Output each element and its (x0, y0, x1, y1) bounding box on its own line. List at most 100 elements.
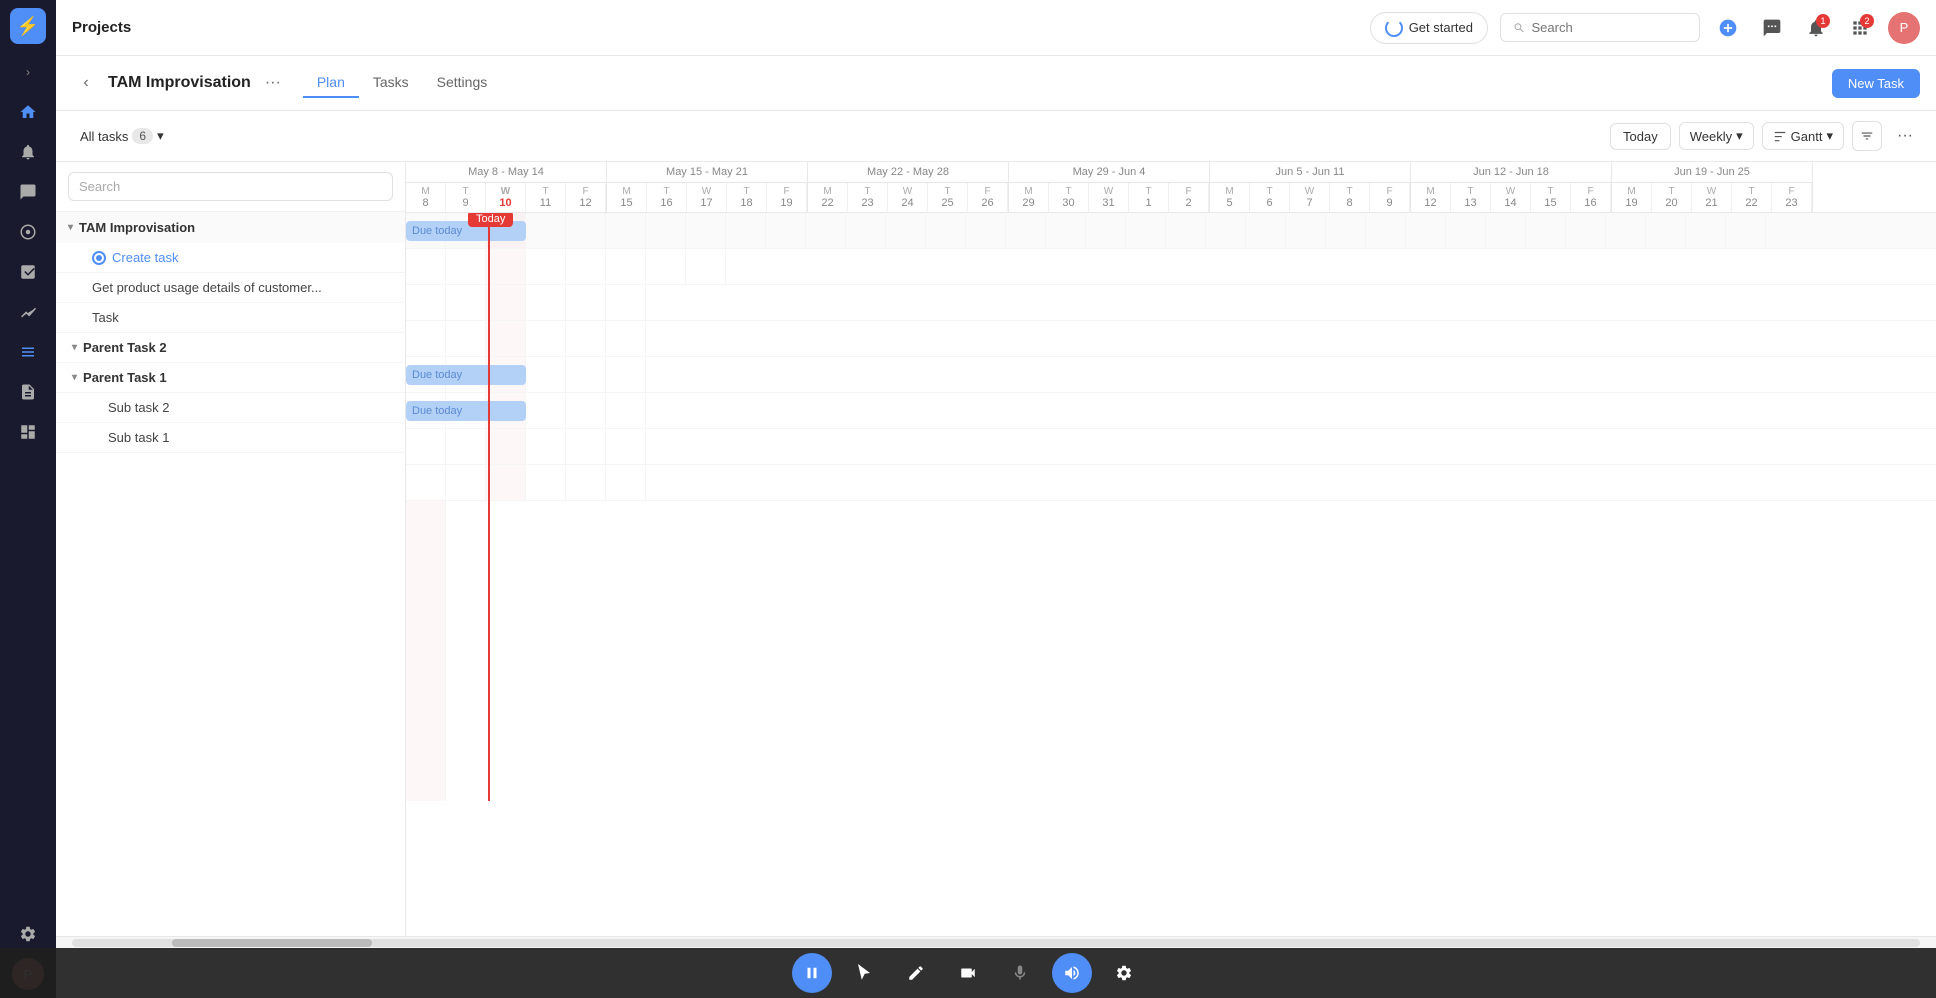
get-started-button[interactable]: Get started (1370, 12, 1488, 44)
sidebar-collapse-button[interactable]: › (16, 60, 40, 84)
task-search-input[interactable] (68, 172, 393, 201)
week-group-1: May 8 - May 14 M8 T9 W10 T11 F12 (406, 162, 607, 212)
gantt-day: T20 (1652, 183, 1692, 212)
gantt-day: W31 (1089, 183, 1129, 212)
cursor-tool-button[interactable] (844, 953, 884, 993)
gantt-button[interactable]: Gantt ▾ (1762, 122, 1844, 150)
all-tasks-filter[interactable]: All tasks 6 ▾ (72, 124, 172, 148)
week-group-2: May 15 - May 21 M15 T16 W17 T18 F19 (607, 162, 808, 212)
tab-tasks[interactable]: Tasks (359, 68, 423, 98)
camera-tool-button[interactable] (948, 953, 988, 993)
mic-icon (1011, 964, 1029, 982)
app-title: Projects (72, 19, 131, 36)
sidebar-item-settings[interactable] (10, 916, 46, 952)
create-task-icon (92, 251, 106, 265)
sidebar-item-tasks[interactable] (10, 254, 46, 290)
gantt-icon (1773, 129, 1787, 143)
pause-icon (803, 964, 821, 982)
sidebar-item-docs[interactable] (10, 374, 46, 410)
list-item[interactable]: Task (56, 303, 405, 333)
gantt-day: T18 (727, 183, 767, 212)
gantt-row-sub2 (406, 429, 1936, 465)
list-item[interactable]: Sub task 1 (56, 423, 405, 453)
parent-task-1-header[interactable]: ▾ Parent Task 1 (56, 363, 405, 393)
collapse-icon: ▾ (68, 222, 73, 233)
bottom-toolbar (0, 948, 1936, 998)
sidebar-item-pulse[interactable] (10, 294, 46, 330)
project-tabs: Plan Tasks Settings (303, 68, 501, 98)
gantt-row-group-header: Due today (406, 213, 1936, 249)
parent-task-2-header[interactable]: ▾ Parent Task 2 (56, 333, 405, 363)
tab-settings[interactable]: Settings (423, 68, 502, 98)
notifications-button[interactable]: 1 (1800, 12, 1832, 44)
app-logo[interactable]: ⚡ (10, 8, 46, 44)
gantt-bar[interactable]: Due today (406, 365, 526, 385)
speaker-icon (1063, 964, 1081, 982)
weekly-button[interactable]: Weekly ▾ (1679, 122, 1754, 150)
filter-icon (1860, 129, 1874, 143)
pen-icon (907, 964, 925, 982)
list-item[interactable]: Get product usage details of customer... (56, 273, 405, 303)
apps-badge: 2 (1860, 14, 1874, 28)
horizontal-scrollbar[interactable] (56, 936, 1936, 948)
gantt-bar[interactable]: Due today (406, 401, 526, 421)
search-input[interactable] (1532, 20, 1687, 35)
gantt-day: F2 (1169, 183, 1209, 212)
gantt-day: T23 (848, 183, 888, 212)
speaker-tool-button[interactable] (1052, 953, 1092, 993)
pause-button[interactable] (792, 953, 832, 993)
mic-tool-button[interactable] (1000, 953, 1040, 993)
topbar: Projects Get started 1 2 P (56, 0, 1936, 56)
gantt-day: M19 (1612, 183, 1652, 212)
pen-tool-button[interactable] (896, 953, 936, 993)
chevron-down-icon: ▾ (1736, 128, 1743, 144)
project-more-button[interactable]: ··· (259, 69, 287, 97)
gantt-day: W7 (1290, 183, 1330, 212)
gantt-day: T11 (526, 183, 566, 212)
sidebar-item-home[interactable] (10, 94, 46, 130)
today-button[interactable]: Today (1610, 123, 1671, 150)
task-search-container (56, 162, 405, 212)
gantt-day: T22 (1732, 183, 1772, 212)
filter-button[interactable] (1852, 121, 1882, 151)
gantt-day: M8 (406, 183, 446, 212)
tab-plan[interactable]: Plan (303, 68, 359, 98)
gantt-day: M12 (1411, 183, 1451, 212)
gantt-day: T6 (1250, 183, 1290, 212)
scrollbar-thumb[interactable] (172, 939, 372, 947)
gantt-day: T30 (1049, 183, 1089, 212)
apps-button[interactable]: 2 (1844, 12, 1876, 44)
gantt-row-task (406, 321, 1936, 357)
back-button[interactable]: ‹ (72, 69, 100, 97)
gantt-body: Today (406, 213, 1936, 801)
user-avatar[interactable]: P (1888, 12, 1920, 44)
more-options-button[interactable]: ··· (1890, 121, 1920, 151)
gantt-chart: May 8 - May 14 M8 T9 W10 T11 F12 May 15 … (406, 162, 1936, 998)
gantt-day: T9 (446, 183, 486, 212)
sidebar-item-projects[interactable] (10, 334, 46, 370)
task-group-header[interactable]: ▾ TAM Improvisation (56, 212, 405, 243)
sidebar-item-messages[interactable] (10, 174, 46, 210)
main-content: ‹ TAM Improvisation ··· Plan Tasks Setti… (56, 56, 1936, 998)
gantt-day: W17 (687, 183, 727, 212)
chat-button[interactable] (1756, 12, 1788, 44)
create-task-button[interactable]: Create task (56, 243, 405, 273)
collapse-icon: ▾ (72, 342, 77, 353)
settings-tool-button[interactable] (1104, 953, 1144, 993)
project-title: TAM Improvisation (108, 74, 251, 92)
new-task-button[interactable]: New Task (1832, 69, 1920, 98)
gantt-day: F16 (1571, 183, 1611, 212)
search-bar[interactable] (1500, 13, 1700, 42)
gantt-day: T25 (928, 183, 968, 212)
add-button[interactable] (1712, 12, 1744, 44)
sidebar-item-dashboards[interactable] (10, 414, 46, 450)
gantt-day: M5 (1210, 183, 1250, 212)
list-item[interactable]: Sub task 2 (56, 393, 405, 423)
gantt-day: F12 (566, 183, 606, 212)
task-group-name: TAM Improvisation (79, 220, 195, 235)
notifications-badge: 1 (1816, 14, 1830, 28)
gantt-day: F19 (767, 183, 807, 212)
all-tasks-label: All tasks (80, 129, 128, 144)
sidebar-item-goals[interactable] (10, 214, 46, 250)
sidebar-item-notifications[interactable] (10, 134, 46, 170)
